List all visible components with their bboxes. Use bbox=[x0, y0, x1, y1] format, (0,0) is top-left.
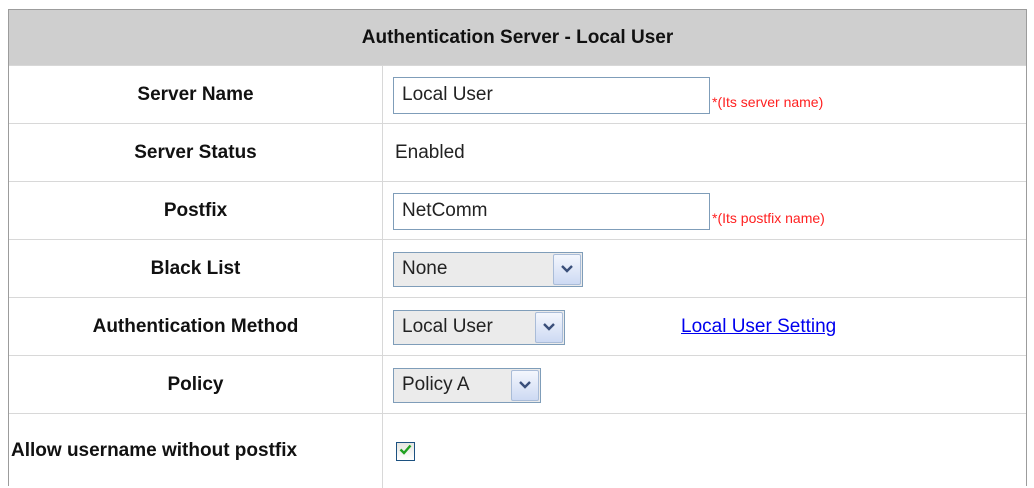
auth-method-row: Authentication Method Local User Local U… bbox=[9, 297, 1026, 356]
server-status-value: Enabled bbox=[395, 142, 465, 163]
postfix-row: Postfix *(Its postfix name) bbox=[9, 181, 1026, 240]
chevron-down-icon[interactable] bbox=[553, 253, 581, 285]
allow-no-postfix-label: Allow username without postfix bbox=[11, 440, 298, 461]
chevron-down-icon[interactable] bbox=[511, 369, 539, 401]
server-status-label: Server Status bbox=[134, 142, 257, 163]
black-list-selected: None bbox=[402, 258, 448, 279]
server-name-hint: *(Its server name) bbox=[712, 94, 824, 110]
auth-server-panel: Authentication Server - Local User Serve… bbox=[8, 9, 1027, 488]
postfix-label: Postfix bbox=[163, 200, 228, 221]
auth-method-select[interactable]: Local User bbox=[393, 309, 565, 345]
panel-header: Authentication Server - Local User bbox=[9, 10, 1026, 66]
postfix-hint: *(Its postfix name) bbox=[712, 210, 825, 226]
checkmark-icon bbox=[399, 442, 412, 460]
panel-title: Authentication Server - Local User bbox=[361, 26, 674, 48]
policy-selected: Policy A bbox=[402, 374, 470, 395]
policy-row: Policy Policy A bbox=[9, 355, 1026, 414]
black-list-label: Black List bbox=[150, 258, 241, 279]
postfix-input[interactable] bbox=[393, 192, 710, 230]
policy-select[interactable]: Policy A bbox=[393, 367, 541, 403]
auth-method-selected: Local User bbox=[402, 316, 493, 337]
server-name-input[interactable] bbox=[393, 76, 710, 114]
allow-no-postfix-checkbox[interactable] bbox=[396, 441, 415, 461]
server-name-row: Server Name *(Its server name) bbox=[9, 65, 1026, 124]
chevron-down-icon[interactable] bbox=[535, 311, 563, 343]
server-name-label: Server Name bbox=[137, 84, 254, 105]
policy-label: Policy bbox=[167, 374, 224, 395]
server-status-row: Server Status Enabled bbox=[9, 123, 1026, 182]
black-list-select[interactable]: None bbox=[393, 251, 583, 287]
auth-method-label: Authentication Method bbox=[92, 316, 299, 337]
allow-no-postfix-row: Allow username without postfix bbox=[9, 413, 1026, 488]
black-list-row: Black List None bbox=[9, 239, 1026, 298]
local-user-setting-link[interactable]: Local User Setting bbox=[681, 316, 836, 338]
